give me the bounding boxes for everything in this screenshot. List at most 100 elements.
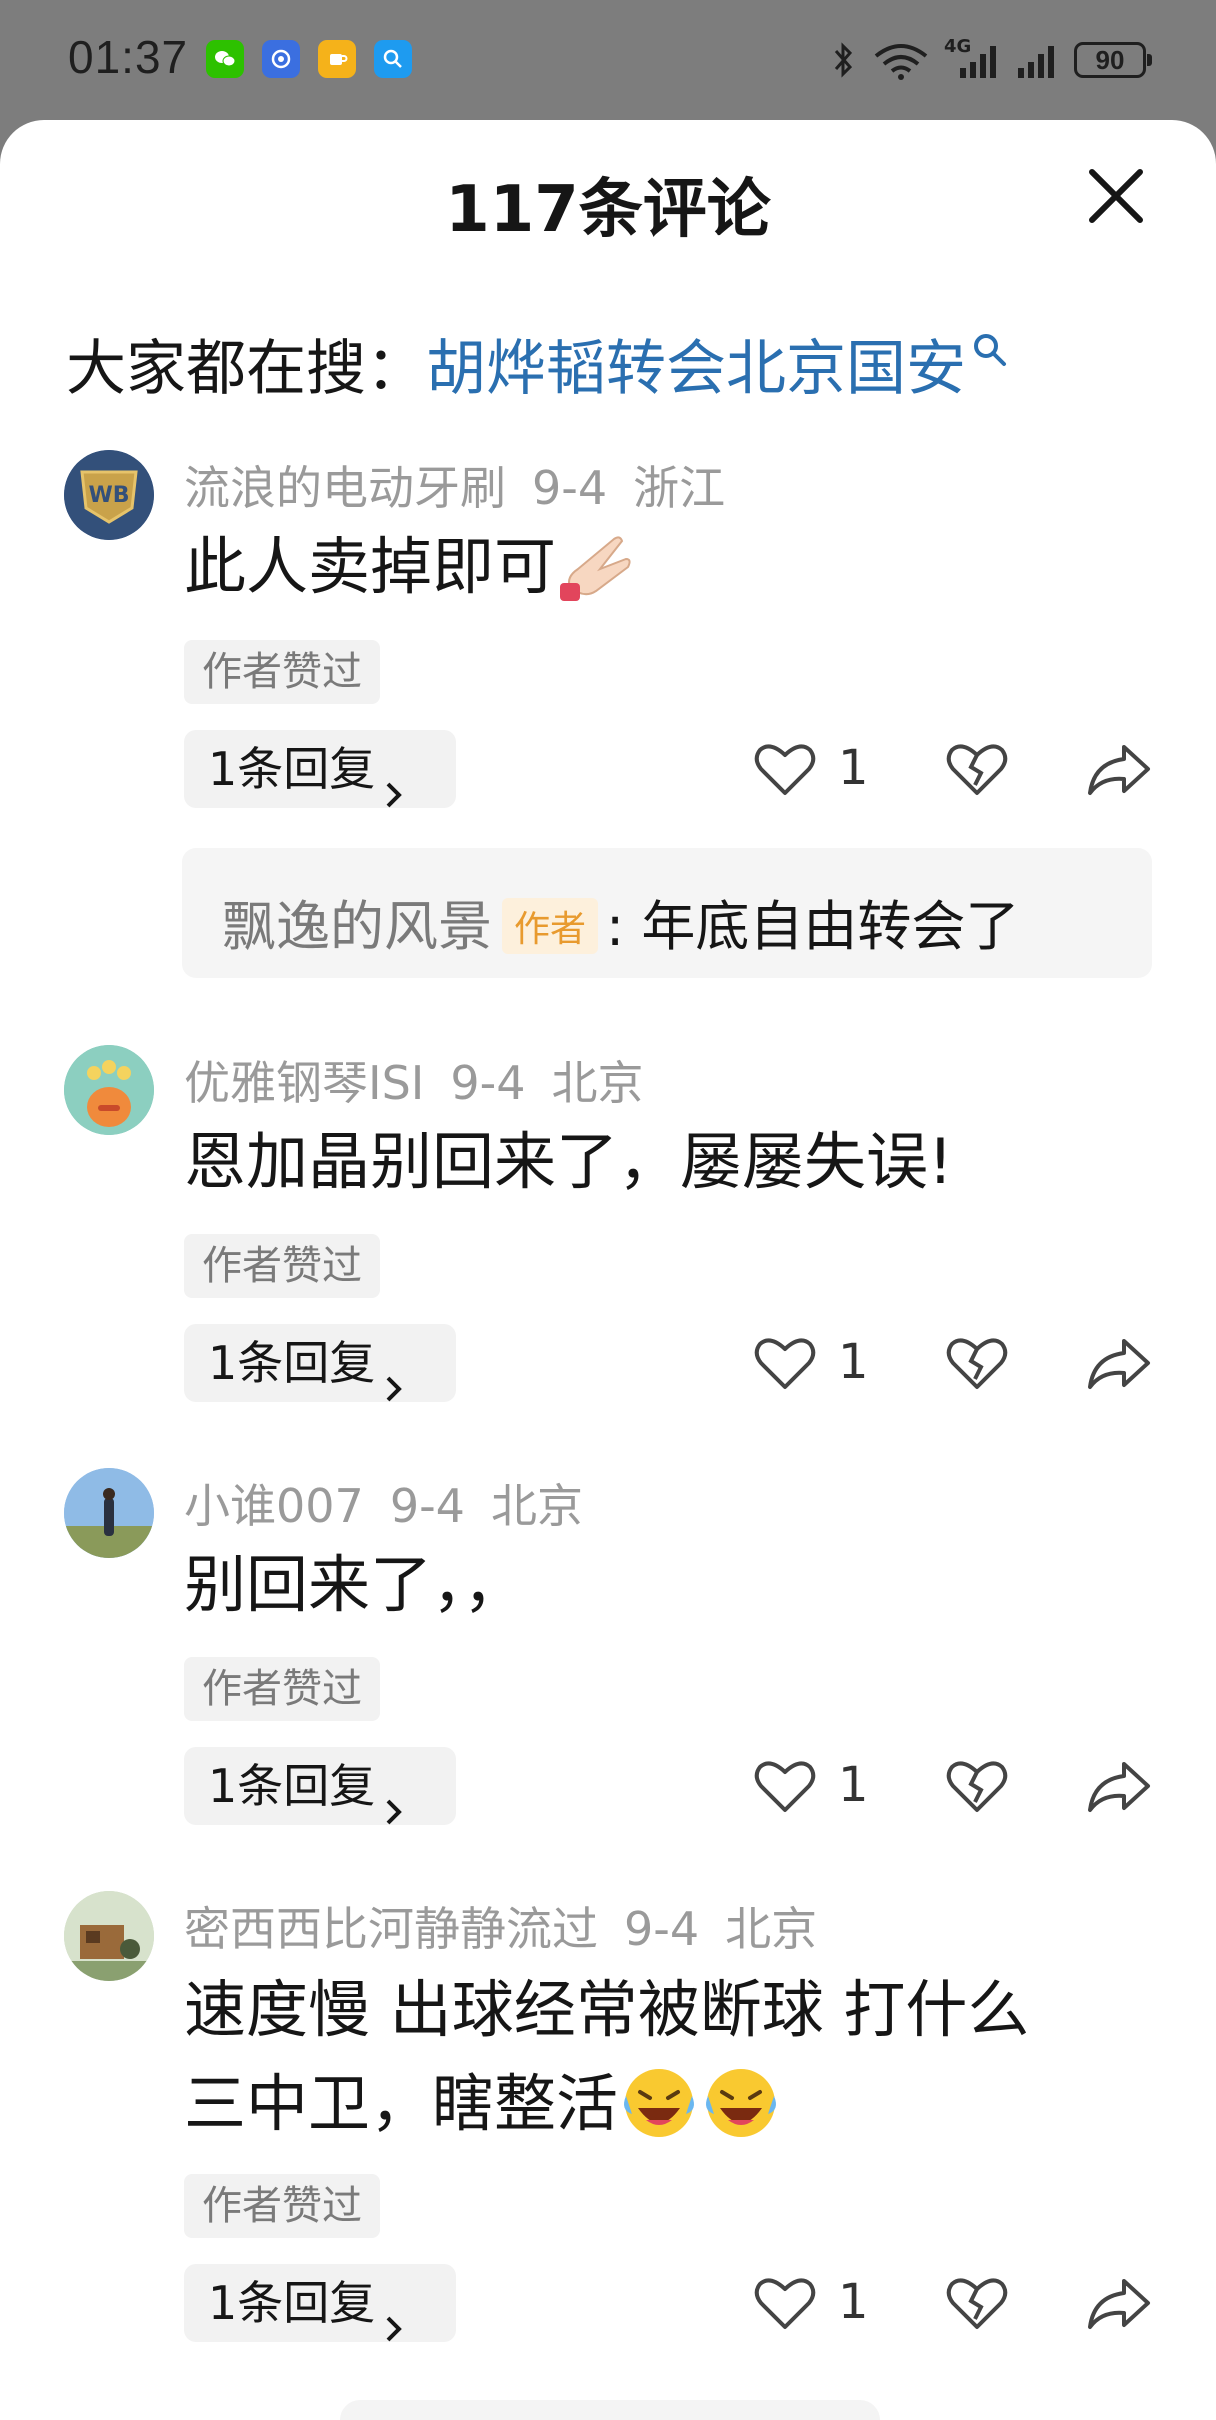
app-cup-icon	[318, 40, 356, 78]
like-button[interactable]	[752, 739, 818, 799]
comment-location: 北京	[725, 1902, 818, 1956]
like-count: 1	[838, 740, 869, 796]
sub-reply-preview[interactable]: 飘逸的风景 作者: 年底自由转会了	[182, 848, 1152, 978]
avatar[interactable]	[64, 1891, 154, 1981]
comment-text: 速度慢 出球经常被断球 打什么 三中卫，瞎整活	[184, 1963, 1144, 2151]
chevron-right-icon	[383, 1349, 405, 1401]
share-arrow-icon	[1088, 1339, 1150, 1389]
like-button[interactable]	[752, 2273, 818, 2333]
svg-text:WB: WB	[88, 483, 129, 508]
share-button[interactable]	[1086, 1333, 1152, 1393]
status-icons: 4G 90	[828, 36, 1152, 82]
pray-hands-emoji-icon	[556, 525, 638, 607]
avatar[interactable]	[64, 1468, 154, 1558]
comment-location: 北京	[490, 1479, 583, 1533]
like-count: 1	[838, 1334, 869, 1390]
sheet-title: 117条评论	[445, 173, 771, 247]
close-icon	[1089, 169, 1143, 223]
trending-search-keyword[interactable]: 胡烨韬转会北京国安	[426, 334, 966, 404]
replies-label: 1条回复	[208, 1336, 376, 1390]
heart-icon	[754, 1761, 816, 1812]
broken-heart-icon	[946, 2278, 1008, 2329]
close-button[interactable]	[1084, 164, 1148, 228]
signal-4g-icon: 4G	[944, 36, 1002, 80]
comment-text-line: 三中卫，瞎整活	[184, 2057, 1144, 2151]
view-replies-button[interactable]: 1条回复	[184, 1324, 456, 1402]
broken-heart-icon	[946, 1338, 1008, 1389]
dislike-button[interactable]	[944, 2273, 1010, 2333]
wechat-icon	[206, 40, 244, 78]
status-time: 01:37	[68, 31, 189, 83]
heart-icon	[754, 744, 816, 795]
comment-date: 9-4	[624, 1902, 700, 1956]
chevron-right-icon	[383, 755, 405, 807]
view-replies-button[interactable]: 1条回复	[184, 2264, 456, 2342]
avatar[interactable]	[64, 1045, 154, 1135]
author-tag: 作者	[502, 898, 599, 955]
heart-icon	[754, 2278, 816, 2329]
comment-location: 浙江	[633, 461, 726, 515]
comment-date: 9-4	[389, 1479, 465, 1533]
like-button[interactable]	[752, 1756, 818, 1816]
comment-location: 北京	[551, 1056, 644, 1110]
comment-meta: 优雅钢琴ISI 9-4 北京	[184, 1047, 643, 1113]
comment-date: 9-4	[532, 461, 608, 515]
comment-date: 9-4	[450, 1056, 526, 1110]
author-liked-badge: 作者赞过	[184, 1657, 380, 1721]
comment-text: 别回来了，，	[184, 1548, 526, 1621]
search-icon	[970, 316, 1010, 366]
comment-username[interactable]: 密西西比河静静流过	[184, 1902, 598, 1956]
like-count: 1	[838, 1757, 869, 1813]
signal-icon	[1018, 46, 1054, 78]
broken-heart-icon	[946, 1761, 1008, 1812]
bluetooth-icon	[834, 42, 853, 78]
comment-text-content: 三中卫，瞎整活	[184, 2067, 619, 2140]
share-button[interactable]	[1086, 1756, 1152, 1816]
wifi-icon	[874, 44, 928, 80]
replies-label: 1条回复	[208, 2276, 376, 2330]
comment-text-line: 速度慢 出球经常被断球 打什么	[184, 1973, 1030, 2046]
laughing-crying-emoji-icon	[618, 2062, 700, 2144]
like-count: 1	[838, 2274, 869, 2330]
share-arrow-icon	[1088, 2279, 1150, 2329]
battery-level: 90	[1095, 44, 1125, 75]
trending-search[interactable]: 大家都在搜：胡烨韬转会北京国安	[66, 320, 1010, 407]
comment-meta: 小谁007 9-4 北京	[184, 1470, 583, 1536]
app-shield-icon	[262, 40, 300, 78]
chevron-right-icon	[383, 1772, 405, 1824]
laughing-crying-emoji-icon	[700, 2062, 782, 2144]
dislike-button[interactable]	[944, 739, 1010, 799]
chevron-right-icon	[383, 2289, 405, 2341]
author-liked-badge: 作者赞过	[184, 2174, 380, 2238]
view-replies-button[interactable]: 1条回复	[184, 730, 456, 808]
dislike-button[interactable]	[944, 1333, 1010, 1393]
avatar[interactable]: WB	[64, 450, 154, 540]
replies-label: 1条回复	[208, 1759, 376, 1813]
comment-meta: 密西西比河静静流过 9-4 北京	[184, 1893, 817, 1959]
comment-meta: 流浪的电动牙刷 9-4 浙江	[184, 452, 725, 518]
replies-label: 1条回复	[208, 742, 376, 796]
dislike-button[interactable]	[944, 1756, 1010, 1816]
share-button[interactable]	[1086, 739, 1152, 799]
comment-username[interactable]: 优雅钢琴ISI	[184, 1056, 424, 1110]
comments-sheet: 117条评论 大家都在搜：胡烨韬转会北京国安 WB 流浪的电动牙刷 9-4 浙江 此…	[0, 120, 1216, 2420]
sub-reply-text: : 年底自由转会了	[606, 895, 1020, 958]
author-liked-badge: 作者赞过	[184, 1234, 380, 1298]
share-button[interactable]	[1086, 2273, 1152, 2333]
heart-icon	[754, 1338, 816, 1389]
sub-reply-username[interactable]: 飘逸的风景	[222, 895, 492, 958]
like-button[interactable]	[752, 1333, 818, 1393]
comment-username[interactable]: 小谁007	[184, 1479, 364, 1533]
share-arrow-icon	[1088, 1762, 1150, 1812]
comment-text-content: 此人卖掉即可	[184, 530, 557, 603]
trending-search-prefix: 大家都在搜：	[66, 334, 426, 404]
app-search-icon	[374, 40, 412, 78]
battery-icon: 90	[1074, 42, 1152, 78]
comment-username[interactable]: 流浪的电动牙刷	[184, 461, 506, 515]
share-arrow-icon	[1088, 745, 1150, 795]
broken-heart-icon	[946, 744, 1008, 795]
comment-text: 此人卖掉即可	[184, 520, 1144, 614]
status-bar: 01:37 4G 90	[0, 0, 1216, 120]
view-replies-button[interactable]: 1条回复	[184, 1747, 456, 1825]
comment-input-bar[interactable]	[340, 2400, 880, 2420]
